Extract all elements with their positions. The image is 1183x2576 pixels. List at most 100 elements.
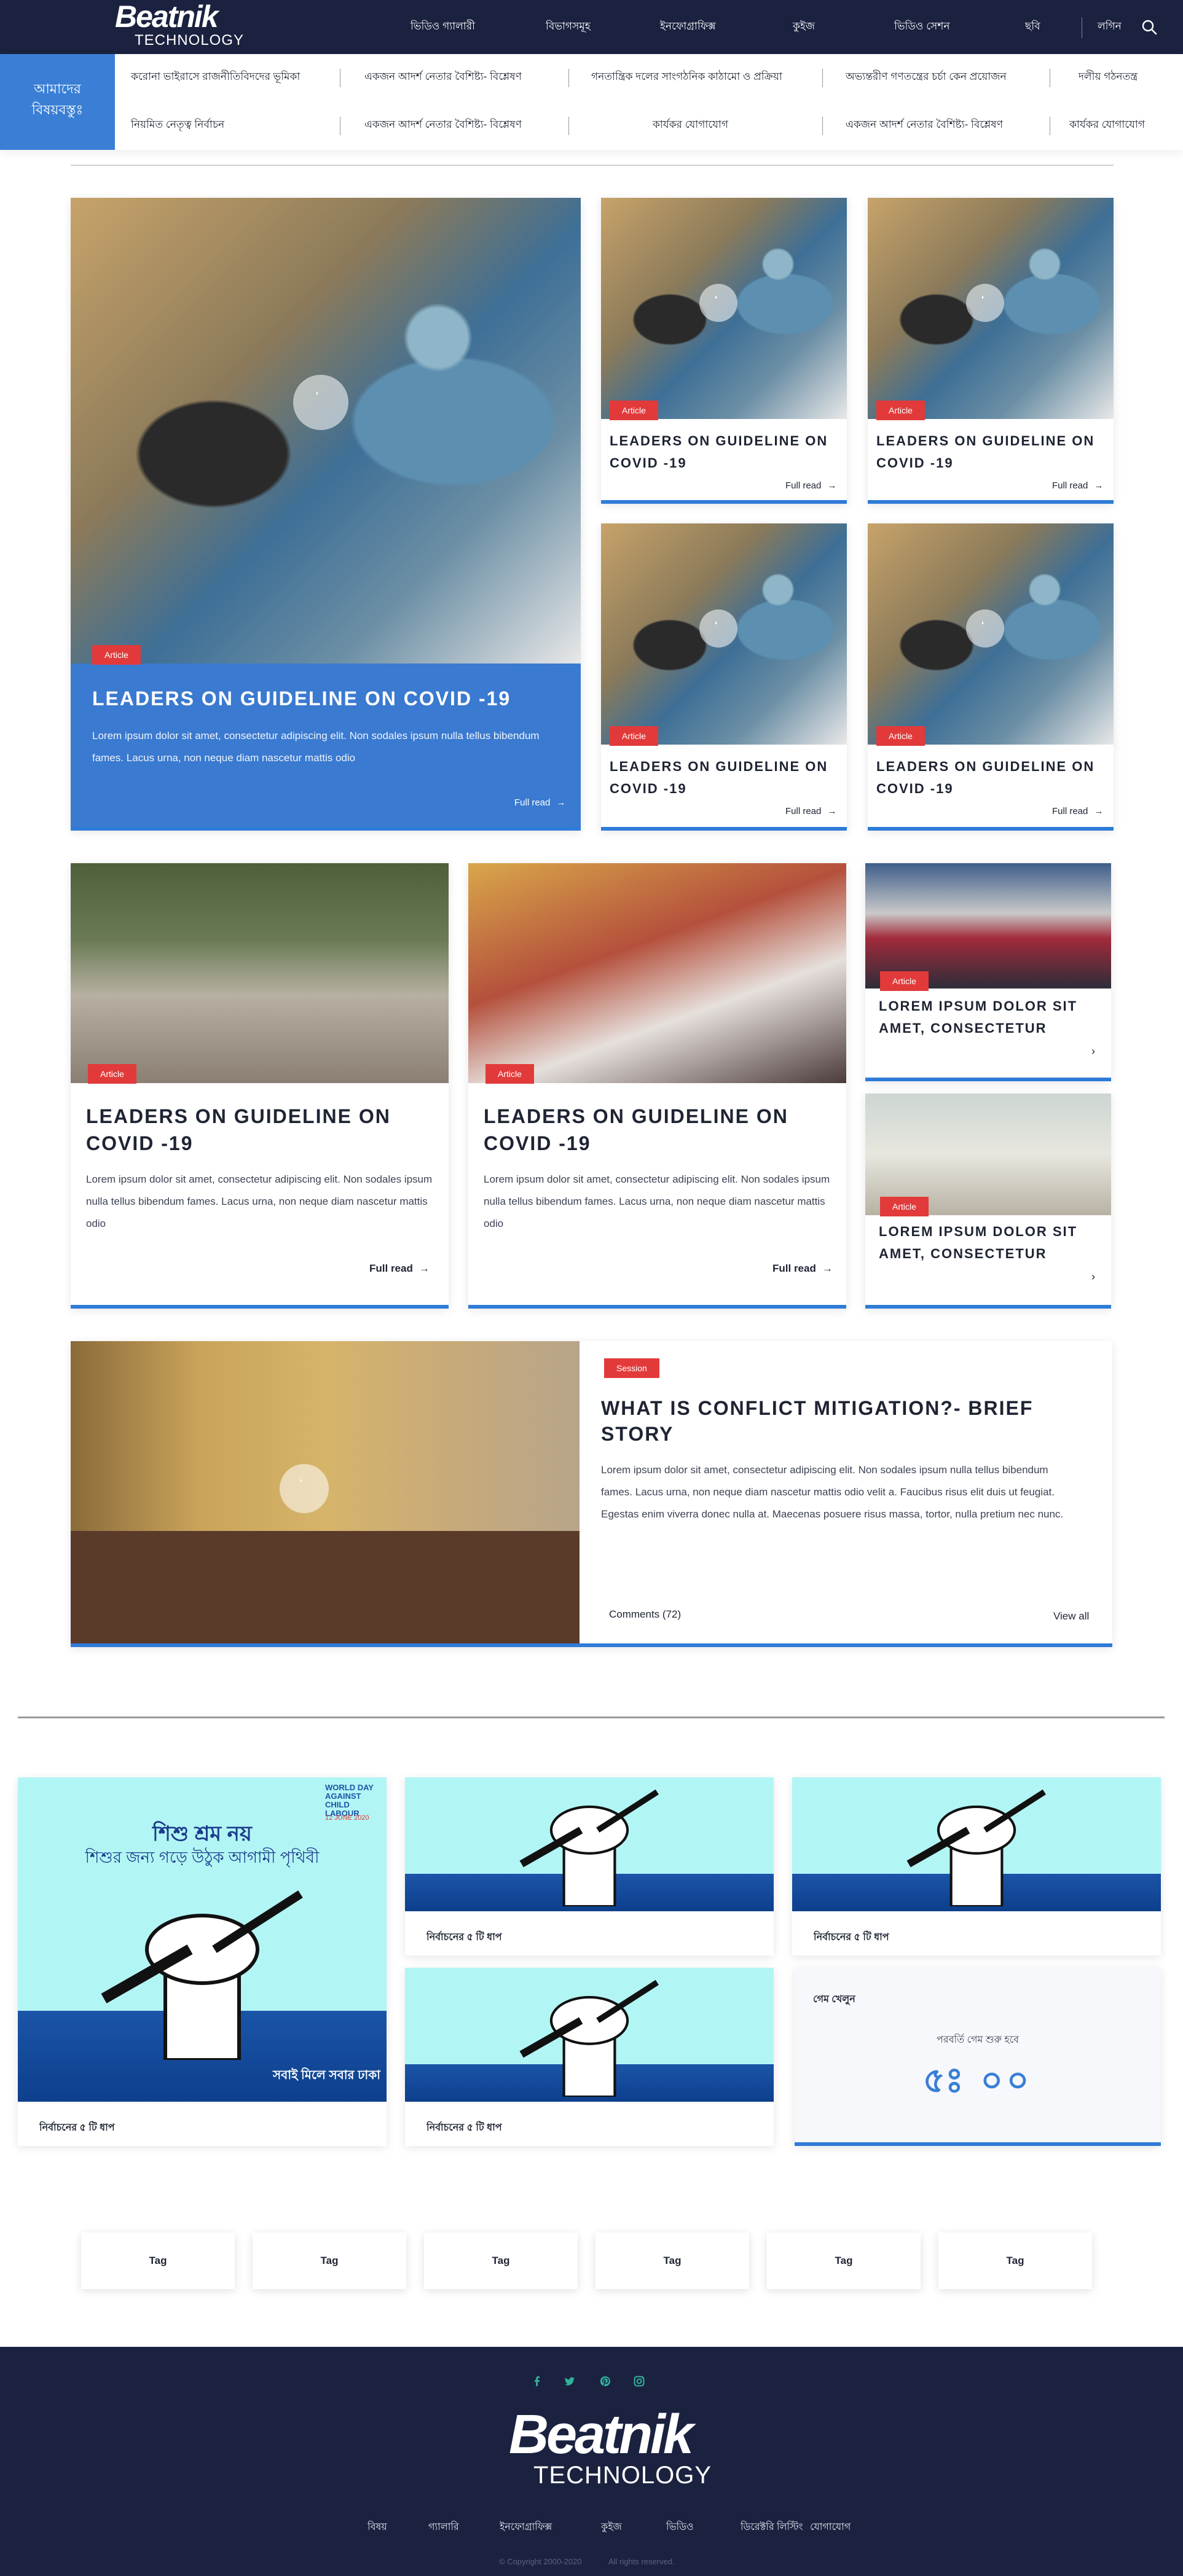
footer-link-video[interactable]: ভিডিও — [666, 2519, 694, 2535]
full-read-link[interactable]: Full read → — [1052, 480, 1103, 491]
full-read-link[interactable]: Full read → — [785, 480, 836, 491]
infographic-caption: নির্বাচনের ৫ টি ধাপ — [814, 1932, 889, 1943]
tag-chip[interactable]: Tag — [81, 2233, 235, 2289]
session-card[interactable]: Session WHAT IS CONFLICT MITIGATION?- BR… — [71, 1341, 1112, 1647]
session-title[interactable]: WHAT IS CONFLICT MITIGATION?- BRIEF STOR… — [601, 1395, 1093, 1447]
play-icon[interactable] — [966, 284, 1004, 322]
tag-chip[interactable]: Tag — [595, 2233, 749, 2289]
article-card[interactable]: Article LEADERS ON GUIDELINE ON COVID -1… — [601, 198, 847, 504]
section-divider — [18, 1717, 1165, 1718]
article-title[interactable]: LEADERS ON GUIDELINE ON COVID -19 — [484, 1103, 840, 1157]
quiz-subtitle: পরবর্তি গেম শুরু হবে — [936, 2035, 1020, 2045]
tag-chip[interactable]: Tag — [767, 2233, 921, 2289]
article-title[interactable]: LOREM IPSUM DOLOR SIT AMET, CONSECTETUR — [879, 995, 1082, 1039]
full-read-label: Full read — [1052, 480, 1088, 491]
comments-link[interactable]: Comments (72) — [609, 1608, 681, 1621]
full-read-link[interactable]: Full read → — [785, 806, 836, 816]
tag-chip[interactable]: Tag — [424, 2233, 578, 2289]
footer-link-gallery[interactable]: গ্যালারি — [428, 2519, 459, 2535]
article-title[interactable]: LEADERS ON GUIDELINE ON COVID -19 — [876, 430, 1098, 474]
topic-link[interactable]: অভ্যন্তরীণ গণতন্ত্রের চর্চা কেন প্রয়োজন — [846, 68, 1007, 86]
article-title[interactable]: LEADERS ON GUIDELINE ON COVID -19 — [86, 1103, 442, 1157]
infographic-caption: নির্বাচনের ৫ টি ধাপ — [426, 2123, 502, 2133]
topics-strip: আমাদের বিষয়বস্তুঃ করোনা ভাইরাসে রাজনীতি… — [0, 54, 1183, 150]
article-card[interactable]: Article LEADERS ON GUIDELINE ON COVID -1… — [601, 523, 847, 831]
topic-divider — [568, 117, 569, 135]
chevron-right-icon[interactable]: › — [1091, 1045, 1095, 1058]
pinterest-icon[interactable] — [599, 2375, 611, 2387]
infographic-card[interactable]: নির্বাচনের ৫ টি ধাপ — [405, 1777, 774, 1955]
site-logo[interactable]: Beatnik TECHNOLOGY — [115, 0, 243, 54]
article-badge: Article — [880, 1197, 929, 1216]
full-read-link[interactable]: Full read → — [772, 1263, 833, 1275]
article-title[interactable]: LEADERS ON GUIDELINE ON COVID -19 — [876, 756, 1098, 800]
article-card[interactable]: Article LEADERS ON GUIDELINE ON COVID -1… — [468, 863, 846, 1309]
topic-link[interactable]: দলীয় গঠনতন্ত্র — [1079, 68, 1138, 86]
topic-link[interactable]: নিয়মিত নেতৃত্ব নির্বাচন — [131, 115, 224, 134]
featured-excerpt: Lorem ipsum dolor sit amet, consectetur … — [92, 730, 540, 764]
nav-quiz[interactable]: কুইজ — [793, 0, 815, 54]
full-read-link[interactable]: Full read → — [514, 797, 565, 808]
infographic-poster-card[interactable]: WORLD DAY AGAINST CHILD LABOUR 12 JUNE 2… — [18, 1777, 387, 2146]
featured-article-card[interactable]: Article LEADERS ON GUIDELINE ON COVID -1… — [71, 198, 581, 831]
topic-link[interactable]: একজন আদর্শ নেতার বৈশিষ্ট্য- বিশ্লেষণ — [364, 68, 522, 86]
nav-video-gallery[interactable]: ভিডিও গ্যালারী — [411, 0, 475, 54]
arrow-right-icon: → — [556, 797, 566, 808]
infographic-caption: নির্বাচনের ৫ টি ধাপ — [426, 1932, 502, 1943]
featured-title[interactable]: LEADERS ON GUIDELINE ON COVID -19 — [92, 686, 511, 711]
arrow-right-icon: → — [419, 1263, 430, 1274]
instagram-icon[interactable] — [633, 2375, 645, 2387]
article-card[interactable]: Article LEADERS ON GUIDELINE ON COVID -1… — [71, 863, 449, 1309]
topic-link[interactable]: গনতান্ত্রিক দলের সাংগঠনিক কাঠামো ও প্রক্… — [591, 68, 782, 86]
footer-link-contact[interactable]: যোগাযোগ — [810, 2519, 851, 2535]
footer-link-directory[interactable]: ডিরেক্টরি লিস্টিং — [741, 2519, 803, 2535]
session-badge: Session — [604, 1358, 659, 1378]
login-link[interactable]: লগিন — [1098, 0, 1122, 54]
quiz-card[interactable]: গেম খেলুন পরবর্তি গেম শুরু হবে ৫ঃ ০০ — [795, 1968, 1161, 2146]
full-read-link[interactable]: Full read → — [1052, 806, 1103, 816]
session-excerpt: Lorem ipsum dolor sit amet, consectetur … — [601, 1464, 1064, 1520]
footer-logo-secondary: TECHNOLOGY — [533, 2462, 712, 2489]
article-badge: Article — [485, 1064, 534, 1084]
tag-chip[interactable]: Tag — [938, 2233, 1092, 2289]
quiz-title: গেম খেলুন — [813, 1994, 855, 2005]
topic-link[interactable]: একজন আদর্শ নেতার বৈশিষ্ট্য- বিশ্লেষণ — [846, 115, 1003, 134]
facebook-icon[interactable] — [531, 2375, 543, 2387]
chevron-right-icon[interactable]: › — [1091, 1270, 1095, 1283]
topic-link[interactable]: কার্যকর যোগাযোগ — [653, 115, 728, 134]
topic-link[interactable]: একজন আদর্শ নেতার বৈশিষ্ট্য- বিশ্লেষণ — [364, 115, 522, 134]
play-icon[interactable] — [293, 375, 348, 430]
article-image — [71, 863, 449, 1083]
topic-link[interactable]: করোনা ভাইরাসে রাজনীতিবিদদের ভূমিকা — [131, 68, 300, 86]
article-card[interactable]: Article LEADERS ON GUIDELINE ON COVID -1… — [868, 523, 1114, 831]
nav-categories[interactable]: বিভাগসমূহ — [546, 0, 591, 54]
nav-infographics[interactable]: ইনফোগ্রাফিক্স — [660, 0, 716, 54]
full-read-label: Full read — [1052, 806, 1088, 816]
article-title[interactable]: LOREM IPSUM DOLOR SIT AMET, CONSECTETUR — [879, 1221, 1082, 1265]
article-excerpt: Lorem ipsum dolor sit amet, consectetur … — [86, 1173, 433, 1229]
play-icon[interactable] — [966, 609, 1004, 648]
nav-video-session[interactable]: ভিডিও সেশন — [894, 0, 949, 54]
full-read-link[interactable]: Full read → — [369, 1263, 430, 1275]
twitter-icon[interactable] — [564, 2375, 576, 2387]
infographic-card[interactable]: নির্বাচনের ৫ টি ধাপ — [792, 1777, 1161, 1955]
play-icon[interactable] — [699, 284, 737, 322]
play-icon[interactable] — [699, 609, 737, 648]
search-icon[interactable] — [1141, 18, 1158, 36]
footer-link-topics[interactable]: বিষয় — [367, 2519, 387, 2535]
footer-link-quiz[interactable]: কুইজ — [601, 2519, 622, 2535]
side-article-card[interactable]: Article LOREM IPSUM DOLOR SIT AMET, CONS… — [865, 863, 1111, 1081]
view-all-link[interactable]: View all — [1053, 1610, 1089, 1623]
article-title[interactable]: LEADERS ON GUIDELINE ON COVID -19 — [610, 756, 831, 800]
infographic-card[interactable]: নির্বাচনের ৫ টি ধাপ — [405, 1968, 774, 2146]
nav-photos[interactable]: ছবি — [1025, 0, 1040, 54]
footer-link-infographics[interactable]: ইনফোগ্রাফিক্স — [500, 2519, 552, 2535]
play-icon[interactable] — [280, 1464, 329, 1513]
article-title[interactable]: LEADERS ON GUIDELINE ON COVID -19 — [610, 430, 831, 474]
article-badge: Article — [88, 1064, 136, 1084]
article-card[interactable]: Article LEADERS ON GUIDELINE ON COVID -1… — [868, 198, 1114, 504]
topic-link[interactable]: কার্যকর যোগাযোগ — [1069, 115, 1145, 134]
tag-chip[interactable]: Tag — [253, 2233, 406, 2289]
side-article-card[interactable]: Article LOREM IPSUM DOLOR SIT AMET, CONS… — [865, 1094, 1111, 1309]
footer-logo-primary[interactable]: Beatnik — [509, 2407, 694, 2462]
